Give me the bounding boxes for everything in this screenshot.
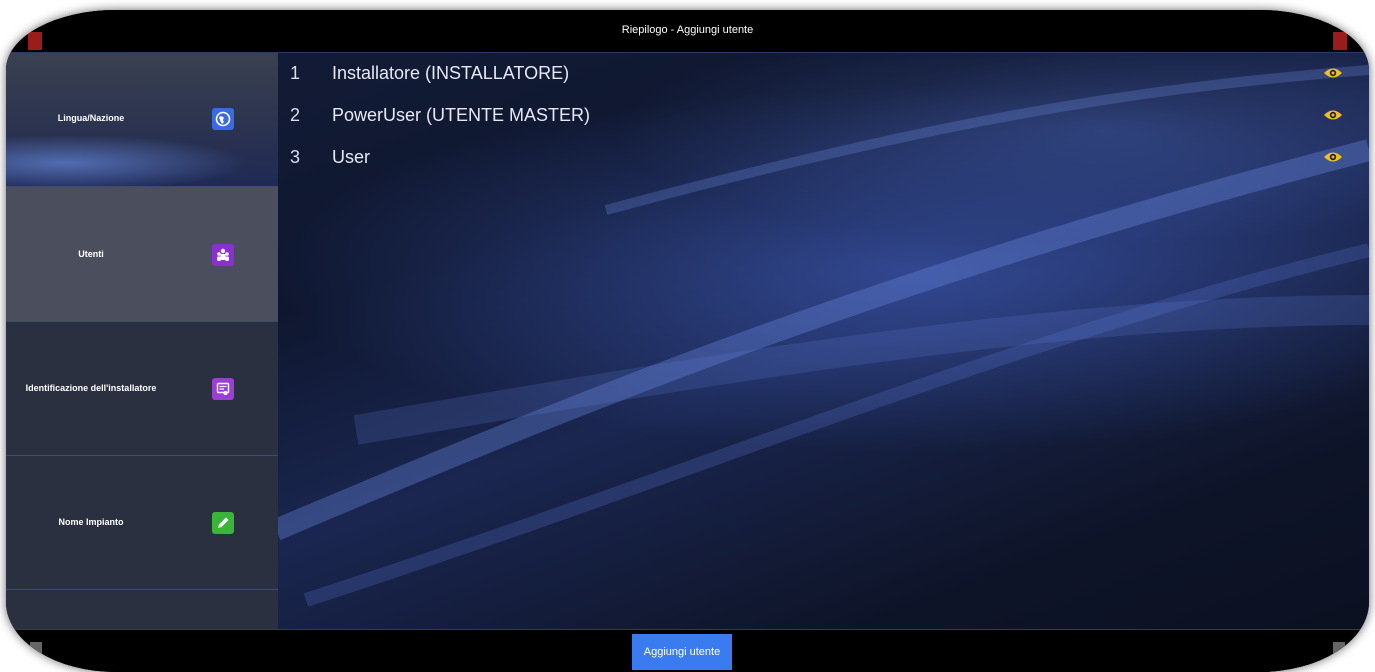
user-index: 1 (290, 63, 301, 83)
user-name: Installatore (INSTALLATORE) (332, 63, 570, 83)
sidebar-item-label: Identificazione dell'installatore (25, 383, 157, 393)
user-index: 3 (290, 147, 301, 167)
sidebar-item-label: Lingua/Nazione (57, 113, 125, 123)
corner-tab-bottom-right (1333, 642, 1345, 658)
user-index: 2 (290, 105, 301, 125)
user-row[interactable]: 1 Installatore (INSTALLATORE) (278, 53, 1369, 93)
eye-icon[interactable] (1323, 66, 1343, 80)
user-row[interactable]: 3 User (278, 137, 1369, 177)
sidebar-item-label: Utenti (78, 249, 104, 259)
user-list: 1 Installatore (INSTALLATORE) 2 PowerUse… (278, 53, 1369, 631)
bottom-bar: Aggiungi utente (6, 629, 1369, 672)
user-name: User (332, 147, 371, 167)
sidebar-item-utenti[interactable]: Utenti (6, 187, 278, 322)
add-user-button[interactable]: Aggiungi utente (632, 634, 732, 670)
sidebar-item-lingua-nazione[interactable]: Lingua/Nazione (6, 53, 278, 187)
corner-tab-bottom-left (30, 642, 42, 658)
sidebar-item-identificazione[interactable]: Identificazione dell'installatore (6, 322, 278, 456)
sidebar-item-nome-impianto[interactable]: Nome Impianto (6, 456, 278, 590)
page-title: Riepilogo - Aggiungi utente (621, 24, 754, 36)
user-row[interactable]: 2 PowerUser (UTENTE MASTER) (278, 95, 1369, 135)
sidebar-item-label: Nome Impianto (58, 517, 124, 527)
eye-icon[interactable] (1323, 108, 1343, 122)
edit-icon (212, 512, 234, 534)
user-name: PowerUser (UTENTE MASTER) (332, 105, 591, 125)
top-bar: Riepilogo - Aggiungi utente (6, 10, 1369, 53)
device-frame: Riepilogo - Aggiungi utente Lingua/Nazio… (6, 10, 1369, 672)
sidebar: Lingua/Nazione Utenti Identificazione de… (6, 53, 278, 672)
users-icon (212, 244, 234, 266)
globe-icon (212, 108, 234, 130)
eye-icon[interactable] (1323, 150, 1343, 164)
id-badge-icon (212, 378, 234, 400)
